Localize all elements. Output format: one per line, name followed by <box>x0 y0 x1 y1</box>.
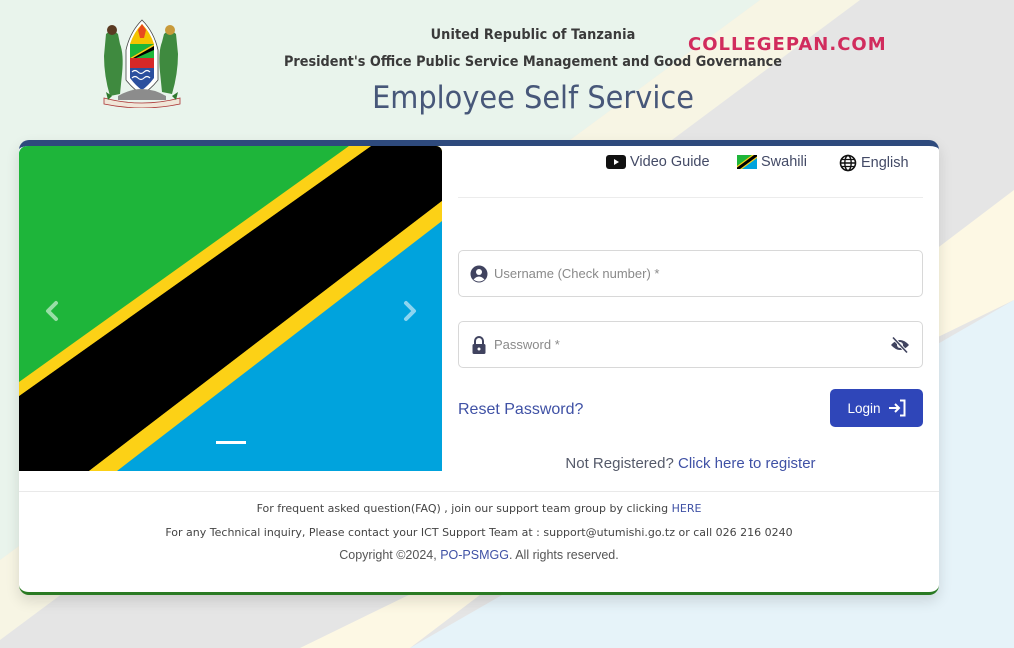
globe-icon <box>839 154 857 172</box>
reset-password-link[interactable]: Reset Password? <box>458 401 583 419</box>
eye-off-icon <box>891 336 909 354</box>
tanzania-flag-slide <box>19 146 442 471</box>
faq-line: For frequent asked question(FAQ) , join … <box>19 502 939 515</box>
swahili-language-button[interactable]: Swahili <box>737 154 807 170</box>
toggle-password-visibility-button[interactable] <box>890 336 910 354</box>
chevron-left-icon <box>46 301 58 321</box>
header: United Republic of Tanzania President's … <box>0 0 1014 140</box>
watermark-text: COLLEGEPAN.COM <box>688 34 887 55</box>
username-input[interactable] <box>494 251 922 296</box>
login-arrow-icon <box>888 399 906 417</box>
carousel-next-button[interactable] <box>395 296 425 326</box>
copyright-suffix: . All rights reserved. <box>508 548 619 562</box>
faq-here-link[interactable]: HERE <box>672 502 702 515</box>
support-line: For any Technical inquiry, Please contac… <box>165 526 793 539</box>
login-label: Login <box>847 400 881 416</box>
password-field[interactable] <box>458 321 923 368</box>
video-guide-label: Video Guide <box>630 154 710 170</box>
video-guide-link[interactable]: Video Guide <box>606 154 710 170</box>
copyright-line: Copyright ©2024, PO-PSMGG. All rights re… <box>19 548 939 562</box>
english-language-button[interactable]: English <box>839 154 909 172</box>
login-button[interactable]: Login <box>830 389 923 427</box>
page-title: Employee Self Service <box>372 80 694 116</box>
divider <box>458 197 923 198</box>
password-input[interactable] <box>494 322 922 367</box>
english-label: English <box>861 155 909 171</box>
lock-icon <box>470 335 488 354</box>
register-link[interactable]: Click here to register <box>678 455 816 472</box>
tanzania-flag-icon <box>737 155 757 169</box>
footer-divider <box>19 491 939 492</box>
login-panel: Video Guide Swahili English Username (Ch… <box>458 146 923 491</box>
register-prompt: Not Registered? Click here to register <box>458 455 923 472</box>
image-carousel[interactable] <box>19 146 442 471</box>
po-psmgg-link[interactable]: PO-PSMGG <box>440 548 509 562</box>
login-card: Video Guide Swahili English Username (Ch… <box>19 140 939 595</box>
swahili-label: Swahili <box>761 154 807 170</box>
register-prefix: Not Registered? <box>565 455 674 472</box>
chevron-right-icon <box>404 301 416 321</box>
top-links: Video Guide Swahili English <box>458 146 923 186</box>
faq-text: For frequent asked question(FAQ) , join … <box>256 502 669 515</box>
office-name: President's Office Public Service Manage… <box>283 54 783 70</box>
carousel-prev-button[interactable] <box>37 296 67 326</box>
youtube-icon <box>606 155 626 169</box>
user-circle-icon <box>470 265 488 283</box>
carousel-indicator-active[interactable] <box>216 441 246 444</box>
copyright-prefix: Copyright ©2024, <box>339 548 437 562</box>
username-field[interactable] <box>458 250 923 297</box>
